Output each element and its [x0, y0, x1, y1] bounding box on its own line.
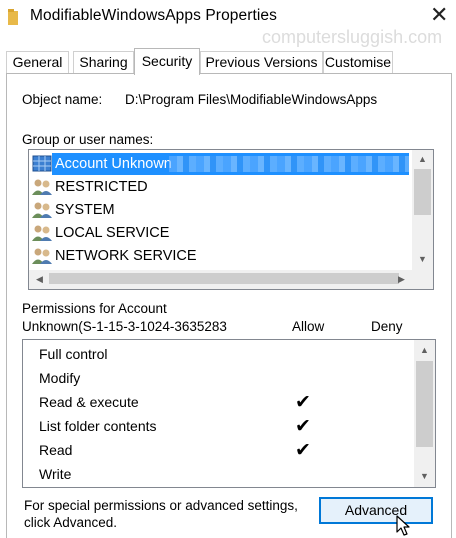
list-item-label: Account Unknown	[55, 156, 172, 172]
scrollbar-thumb[interactable]	[49, 273, 399, 284]
user-list-vertical-scrollbar[interactable]: ▲ ▼	[412, 150, 433, 270]
list-item-restricted[interactable]: RESTRICTED	[29, 176, 411, 198]
permission-row-full-control: Full control	[23, 342, 413, 366]
object-name-label: Object name:	[22, 92, 103, 107]
permission-row-modify: Modify	[23, 366, 413, 390]
scroll-left-icon[interactable]: ◀	[29, 271, 50, 288]
list-item-local-service[interactable]: LOCAL SERVICE	[29, 222, 411, 244]
allow-check: ✔	[295, 416, 311, 437]
tab-sharing[interactable]: Sharing	[73, 51, 134, 74]
scroll-up-icon[interactable]: ▲	[412, 151, 433, 168]
special-permissions-text: For special permissions or advanced sett…	[24, 498, 298, 530]
permission-name: Read	[39, 442, 73, 458]
allow-column-header: Allow	[292, 319, 325, 334]
permission-name: Write	[39, 466, 72, 482]
tab-previous-versions[interactable]: Previous Versions	[200, 51, 323, 74]
users-group-icon	[32, 248, 52, 264]
mouse-cursor-icon	[396, 515, 410, 536]
user-list[interactable]: Account Unknown RESTRICTED SYSTEM LOCAL …	[28, 149, 434, 290]
allow-check: ✔	[295, 440, 311, 461]
scrollbar-thumb[interactable]	[414, 169, 431, 215]
tab-customise[interactable]: Customise	[323, 51, 393, 74]
list-item-label: SYSTEM	[55, 202, 115, 218]
list-item-account-unknown[interactable]: Account Unknown	[29, 153, 411, 175]
permissions-label-account: Unknown(S-1-15-3-1024-3635283	[22, 319, 227, 334]
folder-icon	[8, 9, 18, 25]
watermark: computersluggish.com	[262, 27, 443, 47]
group-or-user-names-label: Group or user names:	[22, 132, 154, 147]
permission-row-list-folder-contents: List folder contents ✔	[23, 414, 413, 438]
permission-name: Full control	[39, 346, 108, 362]
redacted-blur	[169, 156, 409, 172]
list-item-system[interactable]: SYSTEM	[29, 199, 411, 221]
unknown-account-icon	[32, 155, 52, 172]
list-item-label: RESTRICTED	[55, 179, 148, 195]
close-button[interactable]: ✕	[430, 4, 448, 26]
advanced-button[interactable]: Advanced	[319, 497, 433, 524]
scroll-down-icon[interactable]: ▼	[414, 468, 435, 485]
permission-row-read: Read ✔	[23, 438, 413, 462]
list-item-label: LOCAL SERVICE	[55, 225, 170, 241]
scroll-up-icon[interactable]: ▲	[414, 342, 435, 359]
tab-security[interactable]: Security	[134, 48, 200, 75]
permission-name: Modify	[39, 370, 81, 386]
user-list-horizontal-scrollbar[interactable]: ◀ ▶	[29, 270, 412, 289]
permission-name: List folder contents	[39, 418, 157, 434]
object-name-value: D:\Program Files\ModifiableWindowsApps	[125, 92, 378, 107]
permission-row-read-execute: Read & execute ✔	[23, 390, 413, 414]
permissions-label: Permissions for Account	[22, 301, 167, 316]
permission-row-write: Write	[23, 462, 413, 486]
deny-column-header: Deny	[371, 319, 403, 334]
users-group-icon	[32, 202, 52, 218]
scrollbar-corner	[412, 270, 433, 289]
scroll-down-icon[interactable]: ▼	[412, 251, 433, 268]
users-group-icon	[32, 225, 52, 241]
scrollbar-thumb[interactable]	[416, 361, 433, 447]
window-title: ModifiableWindowsApps Properties	[30, 7, 278, 24]
list-item-label: NETWORK SERVICE	[55, 248, 197, 264]
permissions-vertical-scrollbar[interactable]: ▲ ▼	[414, 340, 435, 487]
permission-name: Read & execute	[39, 394, 139, 410]
tab-general[interactable]: General	[6, 51, 69, 74]
permissions-list[interactable]: Full control Modify Read & execute ✔ Lis…	[22, 339, 436, 488]
scroll-right-icon[interactable]: ▶	[391, 271, 412, 288]
list-item-network-service[interactable]: NETWORK SERVICE	[29, 245, 411, 267]
allow-check: ✔	[295, 392, 311, 413]
users-group-icon	[32, 179, 52, 195]
